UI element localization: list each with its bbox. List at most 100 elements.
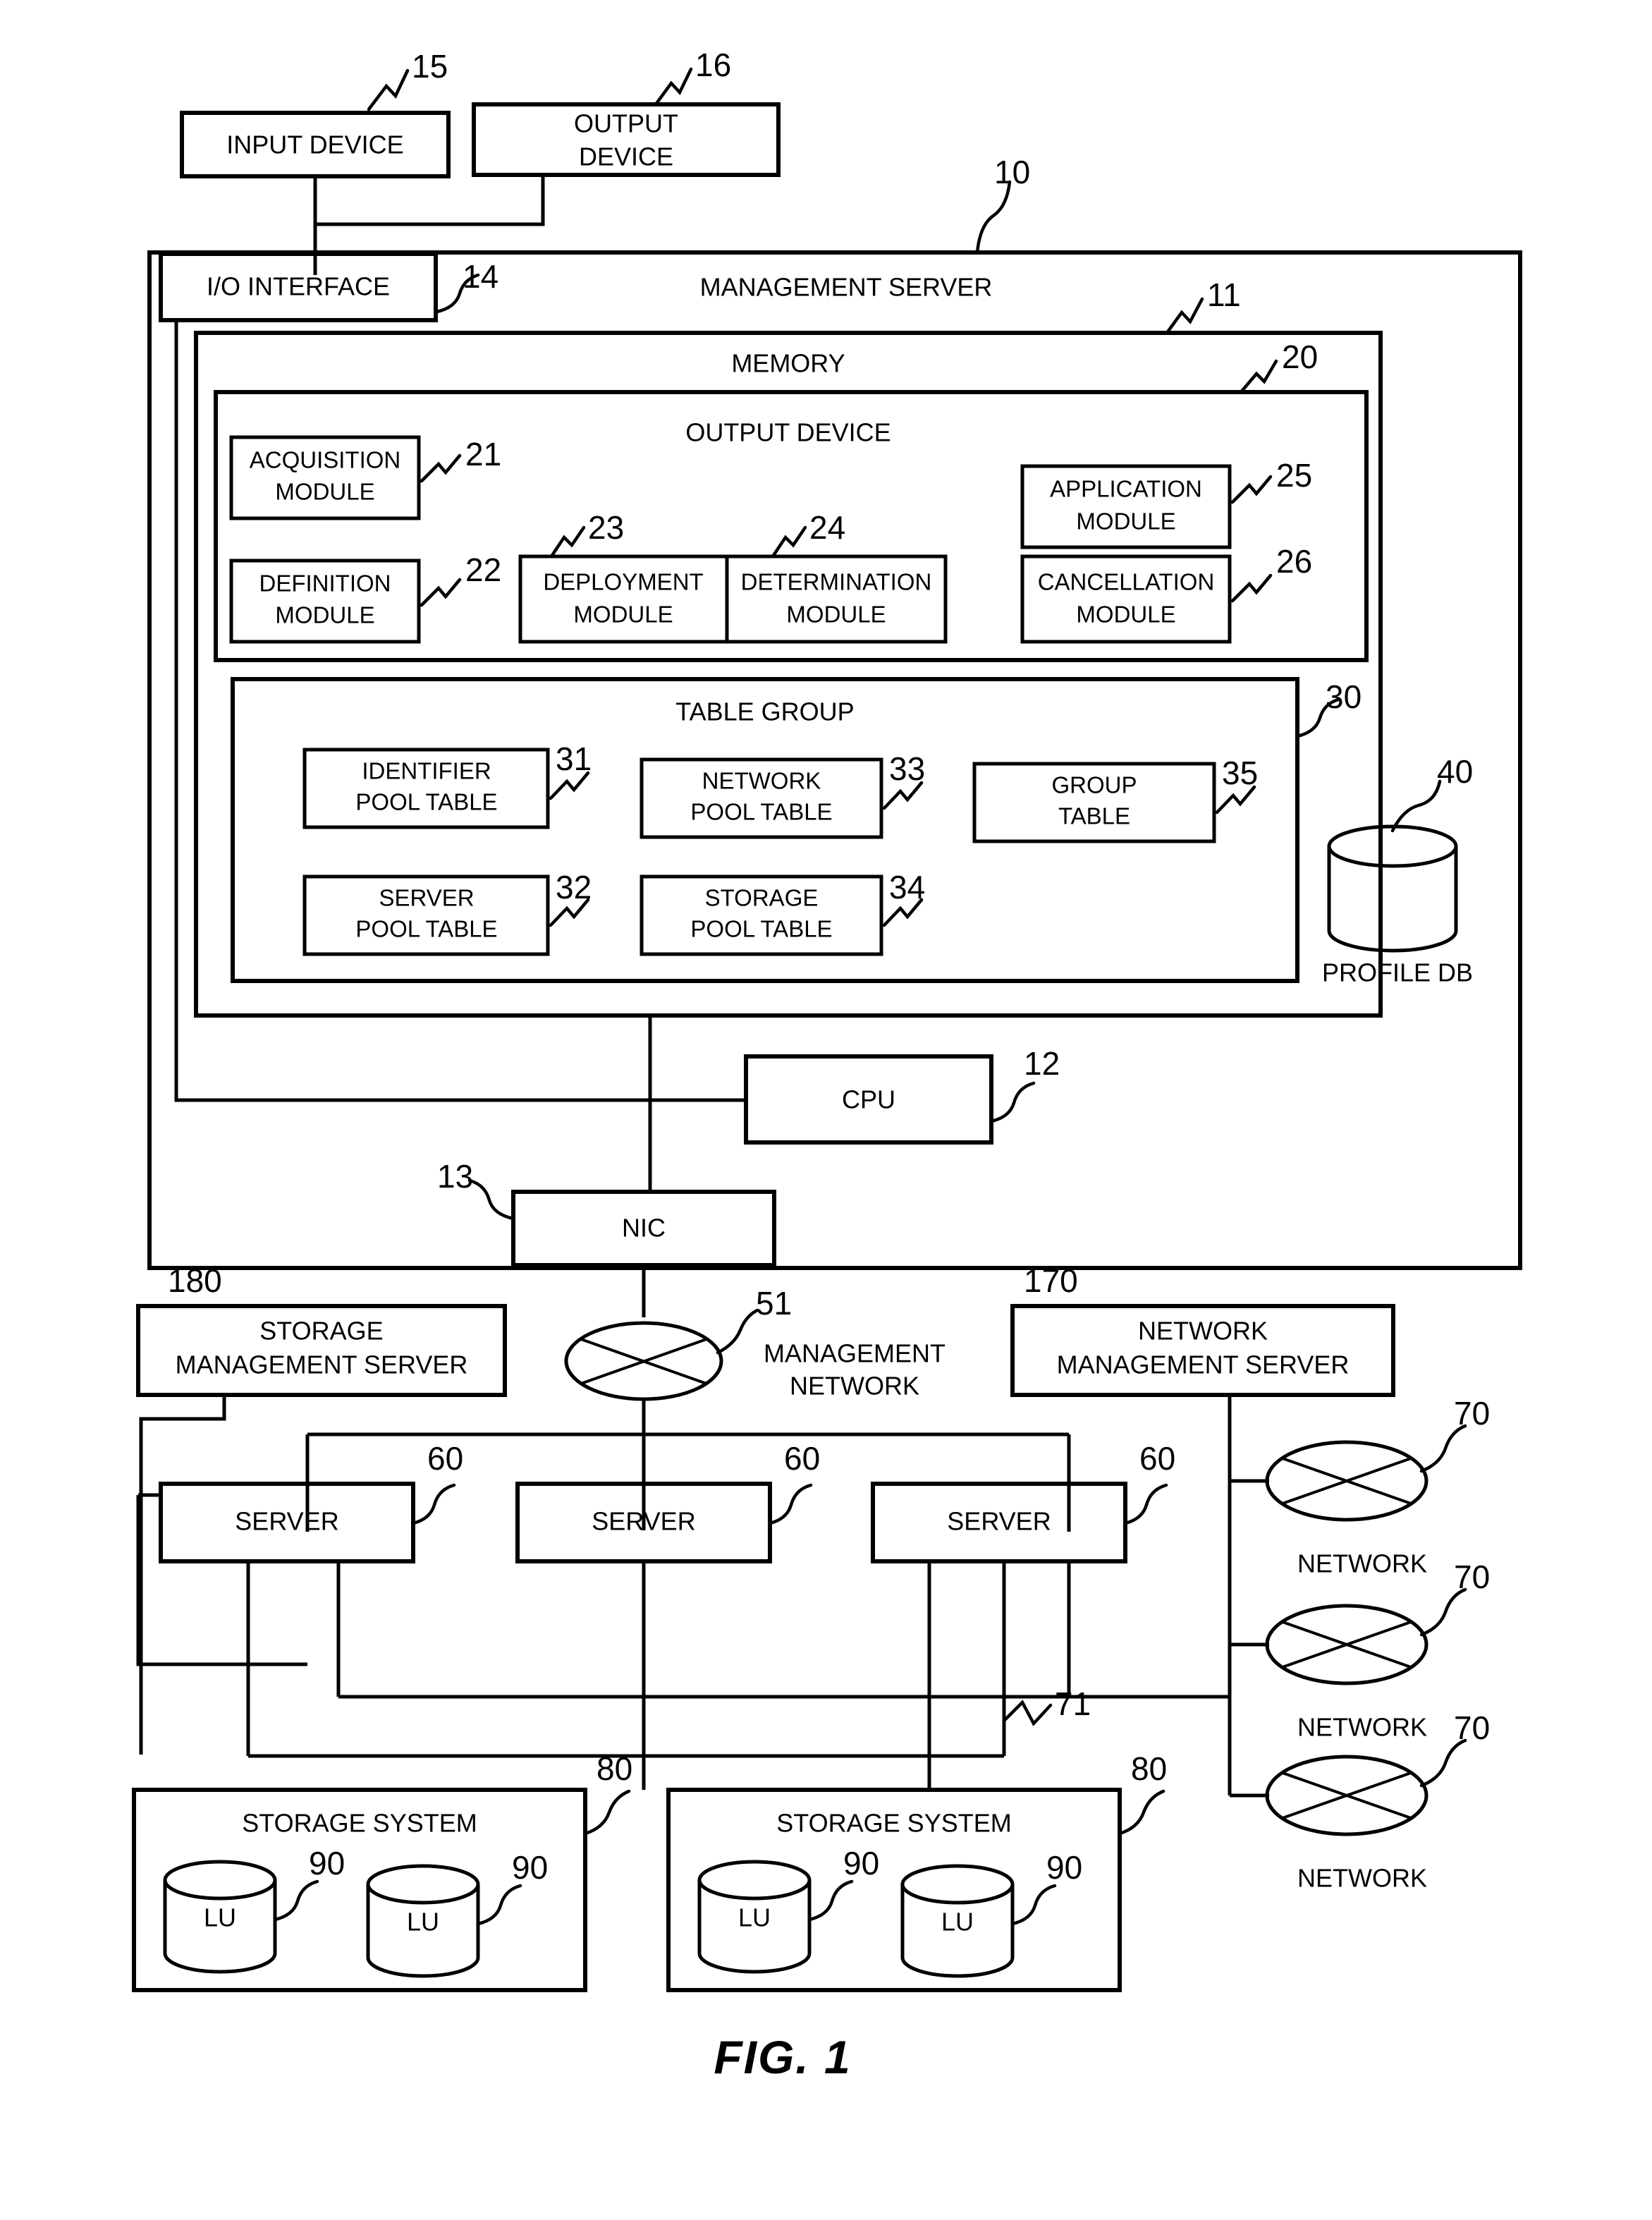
cancellation-module-ref: 26 [1230, 543, 1312, 603]
output-device-box: OUTPUT DEVICE [472, 102, 781, 177]
storage-system-label-1: STORAGE SYSTEM [242, 1809, 477, 1838]
definition-module-line2: MODULE [275, 602, 374, 628]
cpu-ref-number: 12 [1024, 1045, 1060, 1082]
nic-ref: 13 [437, 1158, 515, 1221]
lu-label-2a: LU [738, 1903, 771, 1932]
storage-pool-table-line2: POOL TABLE [690, 916, 832, 942]
management-network-ref-number: 51 [756, 1285, 792, 1322]
storage-pool-table-box: STORAGE POOL TABLE [640, 874, 883, 956]
nic-label: NIC [622, 1214, 666, 1243]
io-interface-box: I/O INTERFACE [159, 252, 438, 322]
lu-label-2b: LU [941, 1908, 974, 1937]
profile-db-ref: 40 [1390, 753, 1473, 833]
storage-management-server-line2: MANAGEMENT SERVER [176, 1350, 468, 1379]
lu-cylinder-2a: LU [697, 1860, 812, 1974]
network-cloud-3-ref-number: 70 [1454, 1709, 1490, 1746]
memory-ref-number: 11 [1207, 276, 1241, 313]
identifier-pool-table-box: IDENTIFIER POOL TABLE [302, 748, 550, 829]
server-box-3: SERVER [871, 1482, 1127, 1563]
group-table-line1: GROUP [1051, 772, 1137, 798]
storage-system-ref-number-1: 80 [596, 1750, 632, 1787]
lu-ref-number-1a: 90 [309, 1845, 345, 1881]
network-cloud-3-label: NETWORK [1297, 1864, 1427, 1893]
cancellation-module-ref-number: 26 [1276, 543, 1312, 580]
identifier-pool-table-line2: POOL TABLE [355, 789, 497, 815]
cpu-box: CPU [744, 1054, 993, 1145]
storage-system-label-2: STORAGE SYSTEM [776, 1809, 1011, 1838]
storage-management-server-box: STORAGE MANAGEMENT SERVER [136, 1304, 507, 1397]
network-cloud-1-ref: 70 [1419, 1395, 1490, 1473]
deployment-module-ref: 23 [549, 509, 624, 559]
server-ref-number-1: 60 [427, 1440, 463, 1477]
network-cloud-3-ref: 70 [1419, 1709, 1490, 1788]
network-cloud-1-label: NETWORK [1297, 1549, 1427, 1578]
network-cloud-1 [1265, 1440, 1428, 1522]
network-cloud-1-ref-number: 70 [1454, 1395, 1490, 1432]
lu-ref-1a: 90 [273, 1845, 345, 1922]
server-ref-3: 60 [1123, 1440, 1175, 1525]
input-device-ref-number: 15 [412, 48, 448, 85]
network-pool-table-box: NETWORK POOL TABLE [640, 757, 883, 839]
server-pool-table-ref-number: 32 [556, 869, 592, 905]
network-management-server-line2: MANAGEMENT SERVER [1057, 1350, 1350, 1379]
acquisition-module-line1: ACQUISITION [250, 447, 401, 473]
storage-management-server-ref-number: 180 [168, 1262, 222, 1299]
lu-label-1a: LU [204, 1903, 236, 1932]
definition-module-box: DEFINITION MODULE [229, 559, 421, 644]
identifier-pool-table-line1: IDENTIFIER [362, 758, 491, 784]
lu-ref-number-1b: 90 [512, 1849, 548, 1886]
server-pool-table-line2: POOL TABLE [355, 916, 497, 942]
table-group-ref-number: 30 [1326, 678, 1362, 715]
figure-caption: FIG. 1 [714, 2031, 851, 2083]
network-pool-table-line2: POOL TABLE [690, 799, 832, 825]
management-network-cloud [564, 1321, 723, 1401]
profile-db-ref-number: 40 [1437, 753, 1473, 790]
storage-management-server-line1: STORAGE [259, 1317, 383, 1346]
definition-module-ref-number: 22 [465, 551, 501, 588]
identifier-pool-table-ref: 31 [549, 740, 592, 800]
lu-ref-number-2b: 90 [1046, 1849, 1082, 1886]
data-network-ref: 71 [1002, 1685, 1091, 1726]
cpu-ref: 12 [989, 1045, 1060, 1123]
lu-ref-2b: 90 [1010, 1849, 1082, 1926]
storage-system-ref-2: 80 [1118, 1750, 1167, 1836]
acquisition-module-line2: MODULE [275, 479, 374, 505]
profile-db-label: PROFILE DB [1322, 958, 1473, 987]
server-pool-table-line1: SERVER [379, 885, 474, 911]
storage-pool-table-ref-number: 34 [889, 869, 925, 905]
server-pool-table-ref: 32 [549, 869, 592, 927]
application-module-box: APPLICATION MODULE [1020, 464, 1232, 549]
lu-cylinder-2b: LU [900, 1864, 1015, 1978]
group-table-line2: TABLE [1058, 803, 1130, 829]
application-module-ref: 25 [1230, 457, 1312, 504]
identifier-pool-table-ref-number: 31 [556, 740, 592, 777]
io-interface-ref: 14 [435, 258, 498, 314]
cancellation-module-box: CANCELLATION MODULE [1020, 554, 1232, 644]
table-group-label: TABLE GROUP [675, 697, 854, 726]
definition-module-line1: DEFINITION [259, 571, 391, 597]
module-group-ref-number: 20 [1282, 339, 1318, 375]
input-device-label: INPUT DEVICE [226, 130, 403, 159]
lu-cylinder-1a: LU [163, 1860, 277, 1974]
network-cloud-2-ref-number: 70 [1454, 1559, 1490, 1595]
memory-label: MEMORY [731, 349, 845, 378]
application-module-line2: MODULE [1076, 508, 1175, 535]
output-device-label-line2: DEVICE [579, 142, 673, 171]
server-box-1: SERVER [159, 1482, 415, 1563]
output-device-ref: 16 [654, 47, 731, 106]
server-label-3: SERVER [947, 1507, 1051, 1536]
lu-ref-number-2a: 90 [843, 1845, 879, 1881]
acquisition-module-ref: 21 [420, 436, 501, 483]
network-pool-table-ref-number: 33 [889, 750, 925, 787]
cpu-label: CPU [842, 1085, 895, 1114]
management-server-label: MANAGEMENT SERVER [700, 273, 993, 302]
determination-module-ref: 24 [771, 509, 845, 559]
input-device-box: INPUT DEVICE [180, 111, 451, 178]
management-network-label-line1: MANAGEMENT [764, 1339, 946, 1368]
figure-canvas: INPUT DEVICE 15 OUTPUT DEVICE 16 MANAGEM… [132, 47, 1522, 2083]
module-group-ref: 20 [1239, 339, 1318, 394]
output-device-ref-number: 16 [695, 47, 731, 83]
network-management-server-box: NETWORK MANAGEMENT SERVER [1010, 1304, 1395, 1397]
server-ref-number-3: 60 [1139, 1440, 1175, 1477]
management-server-ref-number: 10 [994, 154, 1030, 190]
